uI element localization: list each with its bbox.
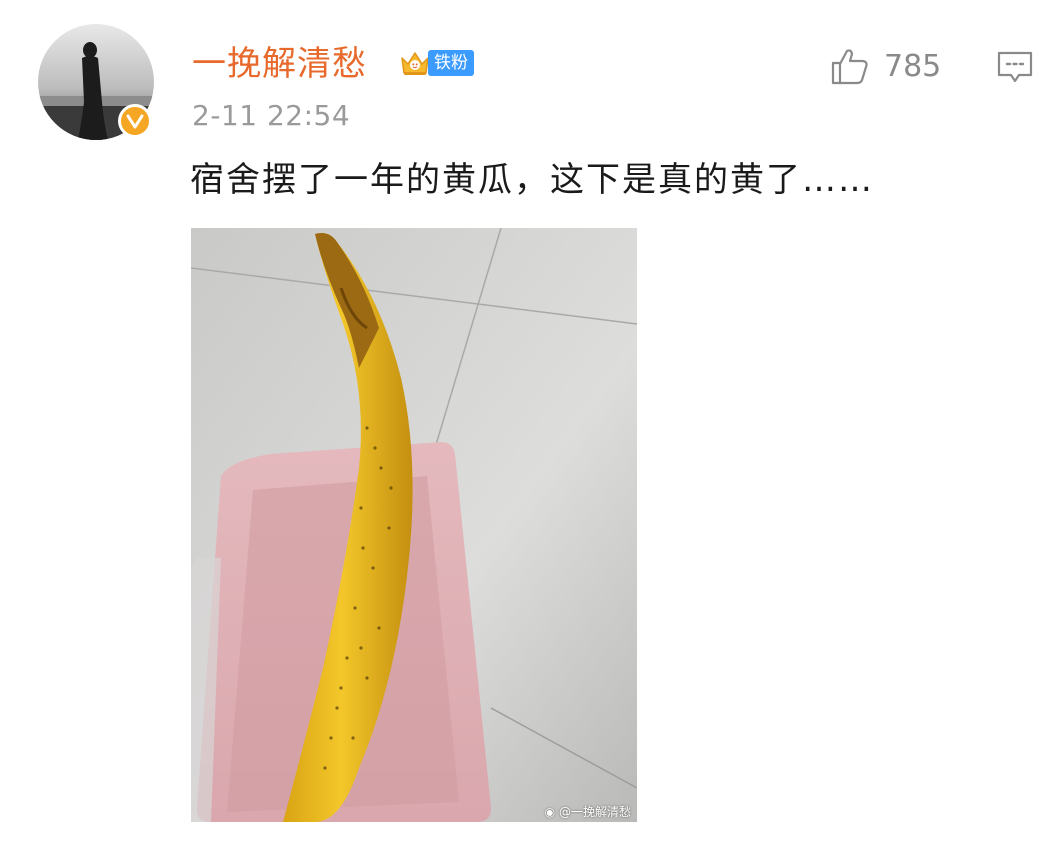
crown-icon: [401, 52, 429, 75]
weibo-post: 一挽解清愁 铁粉 2-11 22:54 785 宿舍摆了一年的黄瓜，这下是真的黄…: [0, 0, 1060, 841]
weibo-logo-icon: ◉: [544, 805, 556, 819]
fan-badge-label: 铁粉: [428, 50, 474, 76]
like-count: 785: [884, 48, 942, 84]
thumbs-up-icon: [831, 49, 868, 85]
comment-button[interactable]: [996, 50, 1034, 90]
like-button[interactable]: 785: [830, 46, 941, 86]
comment-icon: [997, 51, 1033, 83]
verified-icon: [118, 104, 152, 138]
post-image[interactable]: ◉ @一挽解清愁: [191, 228, 637, 822]
username[interactable]: 一挽解清愁: [192, 40, 367, 88]
image-watermark: ◉ @一挽解清愁: [545, 803, 631, 820]
post-text: 宿舍摆了一年的黄瓜，这下是真的黄了……: [190, 160, 874, 200]
watermark-text: @一挽解清愁: [558, 805, 631, 819]
fan-badge[interactable]: 铁粉: [398, 46, 474, 80]
post-timestamp: 2-11 22:54: [192, 99, 351, 132]
